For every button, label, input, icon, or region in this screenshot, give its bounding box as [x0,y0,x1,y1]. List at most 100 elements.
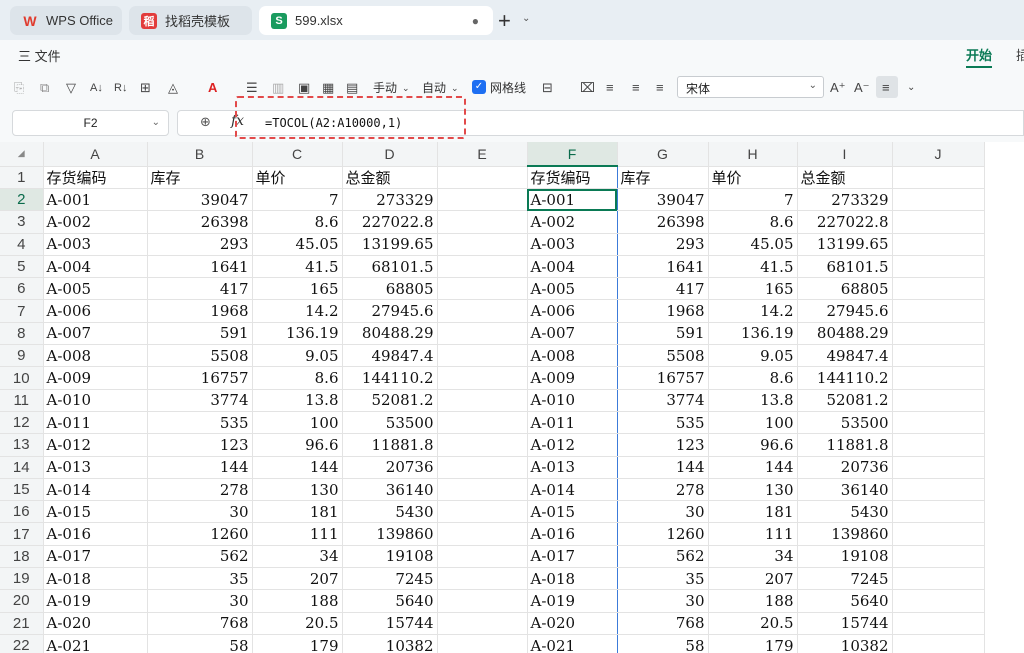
cell-b15[interactable]: 278 [147,478,253,502]
tab-insert[interactable]: 插 [1016,45,1024,64]
cell-a14[interactable]: A-013 [43,456,148,479]
cell-b11[interactable]: 3774 [147,389,253,412]
cell-g4[interactable]: 293 [617,233,709,256]
cell-f1[interactable]: 存货编码 [526,166,618,189]
column-header-e[interactable]: E [437,142,528,167]
cell-a18[interactable]: A-017 [43,545,148,569]
cell-h18[interactable]: 34 [708,545,798,569]
cell-e2[interactable] [437,188,528,212]
column-header-i[interactable]: I [797,142,893,167]
cell-g16[interactable]: 30 [617,500,709,524]
paste-icon[interactable]: ⎘ [14,79,24,97]
cell-b19[interactable]: 35 [147,567,253,591]
cell-g14[interactable]: 144 [617,456,709,479]
cell-c18[interactable]: 34 [252,545,343,569]
cell-f15[interactable]: A-014 [526,478,618,502]
column-header-c[interactable]: C [252,142,343,167]
cell-h8[interactable]: 136.19 [708,322,798,346]
cell-b9[interactable]: 5508 [147,344,253,368]
cell-c21[interactable]: 20.5 [252,612,343,635]
cell-b2[interactable]: 39047 [147,188,253,212]
cell-j18[interactable] [892,545,985,569]
cell-e1[interactable] [437,166,528,189]
cell-j20[interactable] [892,589,985,613]
cell-b7[interactable]: 1968 [147,299,253,323]
row-header[interactable]: 15 [0,478,44,502]
cell-e16[interactable] [437,500,528,524]
cell-j8[interactable] [892,322,985,346]
clear-format-icon[interactable]: ⌧ [580,79,595,97]
chevron-down-icon[interactable]: ⌄ [907,79,915,97]
cell-a4[interactable]: A-003 [43,233,148,256]
cell-e9[interactable] [437,344,528,368]
cell-d14[interactable]: 20736 [342,456,438,479]
cell-d15[interactable]: 36140 [342,478,438,502]
recalc-mode-dropdown[interactable]: 手动 [373,79,397,97]
cell-g21[interactable]: 768 [617,612,709,635]
cell-j15[interactable] [892,478,985,502]
cell-f17[interactable]: A-016 [526,522,618,546]
font-family-select[interactable]: 宋体 ⌄ [677,76,824,98]
cell-f21[interactable]: A-020 [526,612,618,635]
cell-g18[interactable]: 562 [617,545,709,569]
cell-d17[interactable]: 139860 [342,522,438,546]
cell-e21[interactable] [437,612,528,635]
cell-d6[interactable]: 68805 [342,277,438,301]
cell-i10[interactable]: 144110.2 [797,366,893,390]
cell-h22[interactable]: 179 [708,634,798,653]
insert-cell-icon[interactable]: ▣ [298,79,310,97]
cell-c19[interactable]: 207 [252,567,343,591]
font-grow-icon[interactable]: A⁺ [830,79,846,97]
cell-j13[interactable] [892,433,985,457]
cell-g9[interactable]: 5508 [617,344,709,368]
cell-f7[interactable]: A-006 [526,299,618,323]
cell-e22[interactable] [437,634,528,653]
cell-b4[interactable]: 293 [147,233,253,256]
cell-b5[interactable]: 1641 [147,255,253,279]
cell-b13[interactable]: 123 [147,433,253,457]
cell-d9[interactable]: 49847.4 [342,344,438,368]
cell-j16[interactable] [892,500,985,524]
chevron-down-icon[interactable]: ⌄ [451,79,459,97]
cell-e19[interactable] [437,567,528,591]
cell-a12[interactable]: A-011 [43,411,148,435]
cell-a17[interactable]: A-016 [43,522,148,546]
cell-a16[interactable]: A-015 [43,500,148,524]
cell-i3[interactable]: 227022.8 [797,210,893,234]
cell-e18[interactable] [437,545,528,569]
cell-h13[interactable]: 96.6 [708,433,798,457]
cell-d5[interactable]: 68101.5 [342,255,438,279]
border-icon[interactable]: ⊞ [140,79,151,97]
cell-i17[interactable]: 139860 [797,522,893,546]
cell-a9[interactable]: A-008 [43,344,148,368]
cell-c11[interactable]: 13.8 [252,389,343,412]
cell-e8[interactable] [437,322,528,346]
cell-b21[interactable]: 768 [147,612,253,635]
cell-f9[interactable]: A-008 [526,344,618,368]
row-header[interactable]: 1 [0,166,44,189]
name-box[interactable]: F2 ⌄ [12,110,169,136]
cell-g22[interactable]: 58 [617,634,709,653]
select-all-corner[interactable]: ◢ [0,142,44,167]
filter-icon[interactable]: ▽ [66,79,76,97]
cell-j10[interactable] [892,366,985,390]
cell-a15[interactable]: A-014 [43,478,148,502]
row-header[interactable]: 7 [0,299,44,323]
cell-b14[interactable]: 144 [147,456,253,479]
cell-g11[interactable]: 3774 [617,389,709,412]
cell-h4[interactable]: 45.05 [708,233,798,256]
cell-d21[interactable]: 15744 [342,612,438,635]
cell-i18[interactable]: 19108 [797,545,893,569]
cell-j11[interactable] [892,389,985,412]
cell-d12[interactable]: 53500 [342,411,438,435]
cell-j21[interactable] [892,612,985,635]
cell-g17[interactable]: 1260 [617,522,709,546]
cell-h12[interactable]: 100 [708,411,798,435]
gridlines-checkbox[interactable]: ✓ [472,80,486,94]
cell-j19[interactable] [892,567,985,591]
row-header[interactable]: 14 [0,456,44,479]
cell-d22[interactable]: 10382 [342,634,438,653]
row-header[interactable]: 8 [0,322,44,346]
cell-h21[interactable]: 20.5 [708,612,798,635]
cell-d20[interactable]: 5640 [342,589,438,613]
